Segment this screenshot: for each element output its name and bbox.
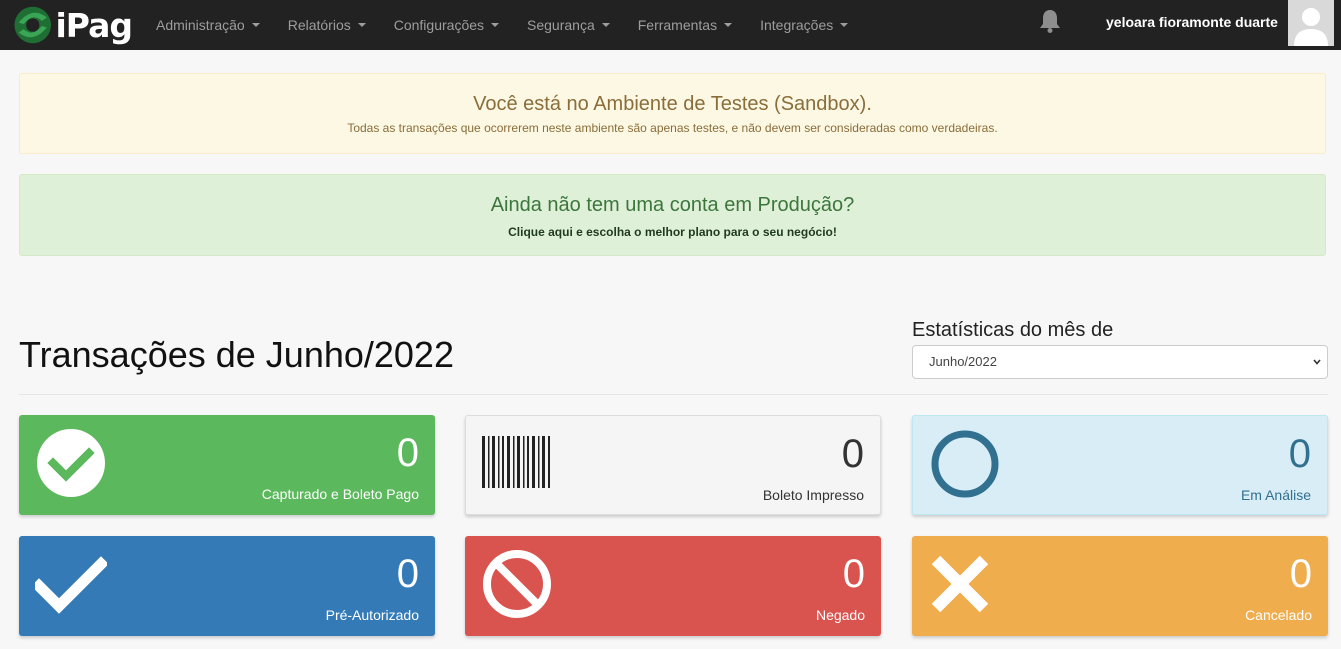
- card-label: Pré-Autorizado: [325, 607, 419, 623]
- menu-label: Relatórios: [287, 17, 351, 33]
- avatar[interactable]: [1288, 0, 1334, 46]
- card-label: Boleto Impresso: [762, 487, 864, 503]
- production-alert[interactable]: Ainda não tem uma conta em Produção? Cli…: [19, 174, 1326, 256]
- month-select[interactable]: Junho/2022: [912, 345, 1328, 379]
- sandbox-alert: Você está no Ambiente de Testes (Sandbox…: [19, 73, 1326, 154]
- menu-integracoes[interactable]: Integrações: [746, 0, 862, 50]
- menu-label: Segurança: [527, 17, 595, 33]
- card-label: Capturado e Boleto Pago: [261, 486, 419, 502]
- circle-outline-icon: [931, 430, 999, 498]
- main-menu: Administração Relatórios Configurações S…: [142, 0, 862, 50]
- card-label: Negado: [815, 607, 865, 623]
- card-label: Em Análise: [1240, 487, 1311, 503]
- bell-icon[interactable]: [1038, 8, 1062, 34]
- caret-down-icon: [491, 23, 500, 27]
- card-count: 0: [1288, 432, 1311, 476]
- card-count: 0: [1289, 552, 1312, 596]
- caret-down-icon: [601, 23, 610, 27]
- divider: [19, 394, 1328, 395]
- production-alert-title: Ainda não tem uma conta em Produção?: [490, 194, 855, 216]
- card-boleto-impresso[interactable]: 0 Boleto Impresso: [465, 415, 881, 515]
- page-title: Transações de Junho/2022: [19, 334, 454, 375]
- card-cancelado[interactable]: 0 Cancelado: [912, 536, 1328, 636]
- caret-down-icon: [724, 23, 733, 27]
- card-label: Cancelado: [1245, 607, 1312, 623]
- brand-name: iPag: [55, 5, 133, 45]
- menu-label: Ferramentas: [637, 17, 718, 33]
- times-icon: [931, 555, 989, 613]
- menu-relatorios[interactable]: Relatórios: [274, 0, 380, 50]
- check-icon: [35, 556, 107, 614]
- card-count: 0: [842, 552, 865, 596]
- user-avatar-icon: [1288, 0, 1334, 46]
- card-em-analise[interactable]: 0 Em Análise: [912, 415, 1328, 515]
- month-select-value: Junho/2022: [929, 354, 997, 369]
- top-navbar: iPag Administração Relatórios Configuraç…: [0, 0, 1341, 50]
- menu-configuracoes[interactable]: Configurações: [380, 0, 513, 50]
- sandbox-alert-text: Todas as transações que ocorrerem neste …: [347, 121, 998, 135]
- menu-seguranca[interactable]: Segurança: [513, 0, 624, 50]
- menu-label: Configurações: [393, 17, 485, 33]
- user-menu[interactable]: yeloara fioramonte duarte: [1106, 14, 1278, 30]
- caret-down-icon: [840, 23, 849, 27]
- card-negado[interactable]: 0 Negado: [465, 536, 881, 636]
- card-count: 0: [396, 431, 419, 475]
- card-count: 0: [396, 552, 419, 596]
- caret-down-icon: [251, 23, 260, 27]
- chevron-down-icon: [1313, 359, 1321, 365]
- menu-administracao[interactable]: Administração: [142, 0, 274, 50]
- stats-month-label: Estatísticas do mês de: [912, 319, 1114, 341]
- ban-icon: [483, 550, 551, 618]
- card-count: 0: [841, 432, 864, 476]
- card-capturado[interactable]: 0 Capturado e Boleto Pago: [19, 415, 435, 515]
- menu-ferramentas[interactable]: Ferramentas: [624, 0, 746, 50]
- check-circle-icon: [37, 429, 105, 497]
- menu-label: Integrações: [760, 17, 834, 33]
- ipag-logo-icon: [14, 6, 51, 44]
- menu-label: Administração: [156, 17, 245, 33]
- barcode-icon: [482, 436, 550, 488]
- sandbox-alert-title: Você está no Ambiente de Testes (Sandbox…: [473, 93, 872, 115]
- caret-down-icon: [357, 23, 366, 27]
- production-plan-link[interactable]: Clique aqui e escolha o melhor plano par…: [20, 225, 1325, 239]
- brand-link[interactable]: iPag: [12, 0, 133, 50]
- card-pre-autorizado[interactable]: 0 Pré-Autorizado: [19, 536, 435, 636]
